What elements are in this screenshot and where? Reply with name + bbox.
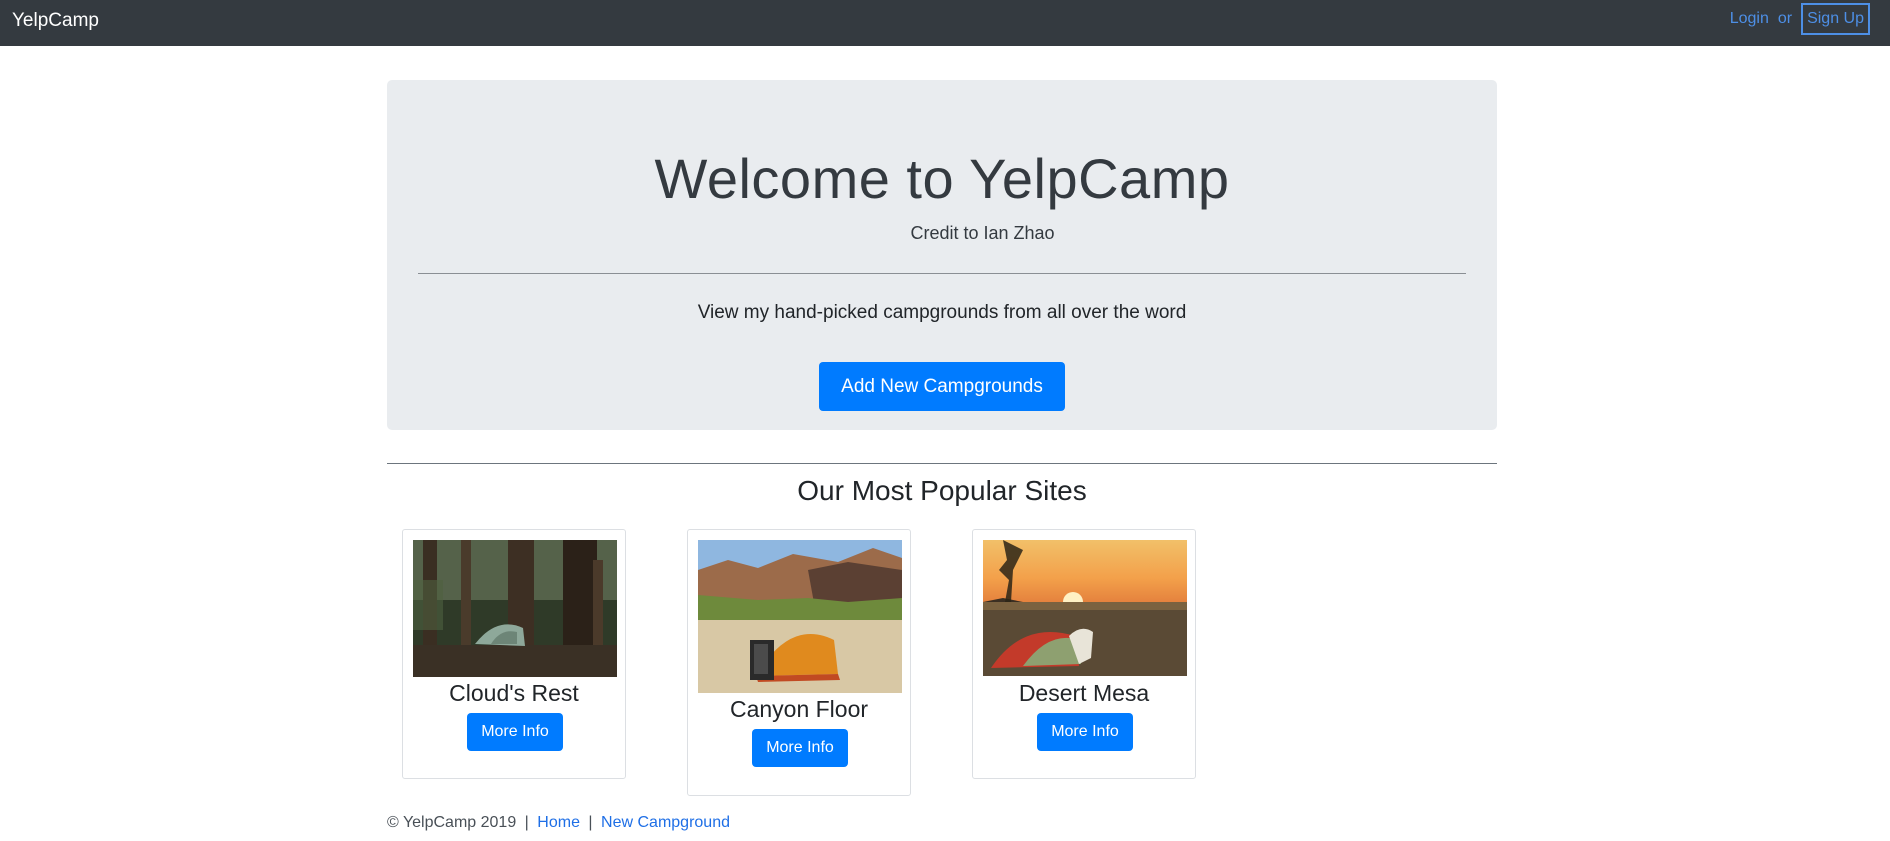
section-divider — [387, 463, 1497, 464]
jumbotron-divider — [418, 273, 1466, 274]
footer: © YelpCamp 2019 | Home | New Campground — [387, 812, 730, 834]
footer-separator: | — [524, 814, 529, 831]
add-new-campgrounds-button[interactable]: Add New Campgrounds — [819, 362, 1065, 411]
footer-separator: | — [588, 814, 593, 831]
more-info-button[interactable]: More Info — [1037, 713, 1133, 751]
auth-links: Login or Sign Up — [1730, 3, 1870, 35]
campground-name: Desert Mesa — [1018, 680, 1150, 706]
page-title: Welcome to YelpCamp — [654, 147, 1230, 210]
login-link[interactable]: Login — [1730, 10, 1769, 28]
campground-card: Canyon Floor More Info — [687, 529, 911, 796]
campground-image[interactable] — [698, 540, 902, 693]
home-link[interactable]: Home — [537, 814, 580, 831]
campground-card: Desert Mesa More Info — [972, 529, 1196, 779]
or-text: or — [1777, 10, 1793, 27]
campground-name: Cloud's Rest — [449, 680, 579, 706]
more-info-button[interactable]: More Info — [467, 713, 563, 751]
copyright-text: © YelpCamp 2019 — [387, 814, 517, 831]
credit-text: Credit to Ian Zhao — [910, 223, 1055, 243]
signup-link[interactable]: Sign Up — [1801, 3, 1870, 35]
new-campground-link[interactable]: New Campground — [601, 814, 730, 831]
campground-image[interactable] — [983, 540, 1187, 676]
campground-card: Cloud's Rest More Info — [402, 529, 626, 779]
brand-logo[interactable]: YelpCamp — [12, 9, 99, 33]
more-info-button[interactable]: More Info — [752, 729, 848, 767]
campground-image[interactable] — [413, 540, 617, 677]
lead-text: View my hand-picked campgrounds from all… — [697, 302, 1187, 323]
navbar: YelpCamp Login or Sign Up — [0, 0, 1890, 46]
campground-name: Canyon Floor — [729, 696, 869, 722]
section-title: Our Most Popular Sites — [797, 475, 1087, 506]
